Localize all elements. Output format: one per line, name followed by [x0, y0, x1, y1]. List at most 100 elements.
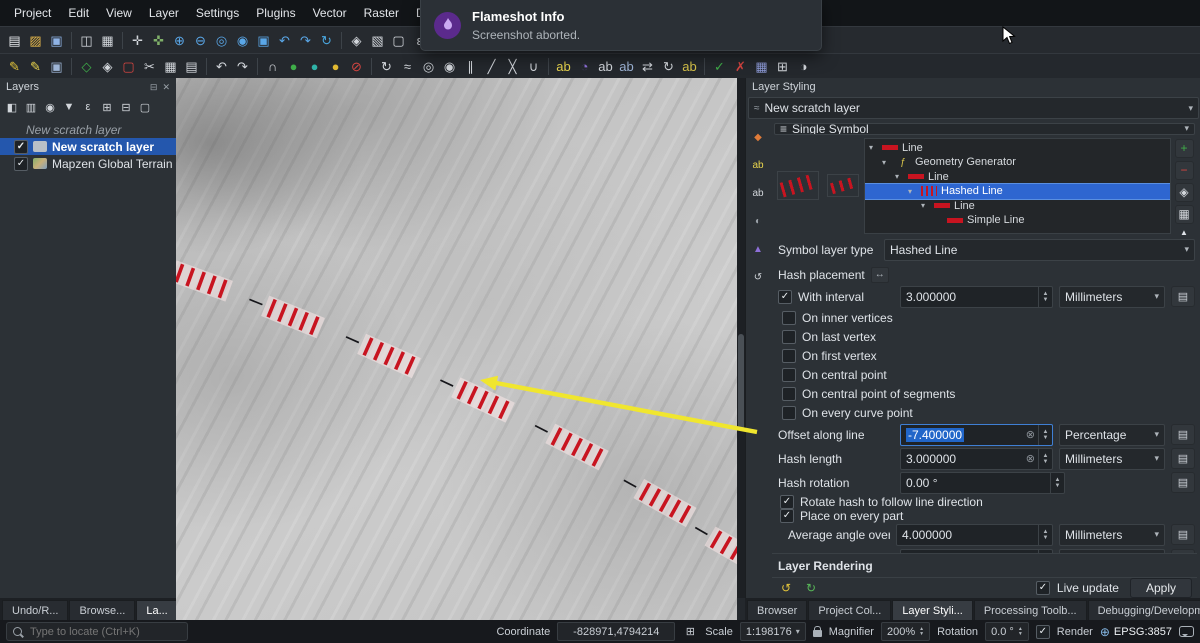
offset-unit-combo[interactable]: Percentage ▾: [1059, 423, 1165, 446]
rotate-hash-checkbox[interactable]: [780, 494, 794, 509]
deselect-features-icon[interactable]: ▢: [388, 30, 409, 51]
add-ring-icon[interactable]: ◎: [418, 56, 439, 77]
history-tab-icon[interactable]: ↺: [749, 268, 768, 287]
duplicate-symbol-layer-icon[interactable]: ▦: [1174, 204, 1194, 224]
dock-tab[interactable]: Debugging/Development To...: [1087, 600, 1200, 620]
place-every-part-checkbox[interactable]: [780, 508, 794, 523]
dock-tab[interactable]: La...: [136, 600, 178, 620]
symbol-mode-combo[interactable]: ≡ Single Symbol ▾: [774, 123, 1195, 135]
topological-editing-icon[interactable]: ●: [325, 56, 346, 77]
data-defined-override-button[interactable]: ▤: [1171, 286, 1195, 308]
locator-bar[interactable]: [6, 622, 188, 641]
offset-along-line-input[interactable]: -7.400000 ⊗ ▲ ▼: [900, 423, 1053, 446]
layer-diagram-icon[interactable]: ◔: [574, 56, 595, 77]
new-project-icon[interactable]: ▤: [4, 30, 25, 51]
zoom-next-icon[interactable]: ↷: [295, 30, 316, 51]
save-project-icon[interactable]: ▣: [46, 30, 67, 51]
menu-settings[interactable]: Settings: [188, 2, 247, 24]
spinner-arrows[interactable]: ▲ ▼: [1038, 286, 1052, 307]
rotate-label-icon[interactable]: ↻: [658, 56, 679, 77]
place-every-part-row[interactable]: Place on every part: [772, 508, 1197, 523]
zoom-to-layer-icon[interactable]: ▣: [253, 30, 274, 51]
coordinate-field[interactable]: -828971,4794214: [557, 622, 676, 641]
layout-manager-icon[interactable]: ▦: [97, 30, 118, 51]
tracing-icon[interactable]: ●: [283, 56, 304, 77]
move-symbol-up-icon[interactable]: ▲: [1177, 227, 1191, 238]
placement-option[interactable]: On last vertex: [772, 328, 1197, 347]
symbol-tree-item[interactable]: ▾ ƒ Geometry Generator: [865, 155, 1170, 170]
symbol-tree-item[interactable]: ▾ Line: [865, 199, 1170, 214]
extents-icon[interactable]: ⊞: [682, 624, 698, 640]
vertex-tool-icon[interactable]: ◈: [97, 56, 118, 77]
symbol-tree-item[interactable]: ▾ Line: [865, 170, 1170, 185]
hash-rotation-input[interactable]: 0.00 ° ▲ ▼: [900, 471, 1065, 494]
callouts-tab-icon[interactable]: ab: [749, 184, 768, 203]
masks-tab-icon[interactable]: ◐: [749, 212, 768, 231]
menu-edit[interactable]: Edit: [60, 2, 97, 24]
offset-curve-icon[interactable]: ∥: [460, 56, 481, 77]
undo-icon[interactable]: ↶: [211, 56, 232, 77]
layer-item[interactable]: ✓ Mapzen Global Terrain: [0, 155, 176, 172]
symbol-tree-item[interactable]: ▾ Hashed Line: [865, 183, 1170, 200]
filter-legend-icon[interactable]: ▼: [60, 98, 78, 116]
symbol-layer-type-combo[interactable]: Hashed Line ▾: [884, 238, 1195, 261]
dock-tab[interactable]: Undo/R...: [2, 600, 69, 620]
checkbox[interactable]: [782, 330, 796, 345]
dock-tab[interactable]: Layer Styli...: [892, 600, 973, 620]
pin-labels-icon[interactable]: ab: [595, 56, 616, 77]
highlight-labels-icon[interactable]: ab: [616, 56, 637, 77]
georeferencer-icon[interactable]: ⊞: [772, 56, 793, 77]
remove-layer-icon[interactable]: ▢: [136, 98, 154, 116]
dock-tab[interactable]: Browse...: [69, 600, 136, 620]
symbol-tree-item[interactable]: Simple Line: [865, 213, 1170, 228]
copy-features-icon[interactable]: ▦: [160, 56, 181, 77]
average-angle-input[interactable]: 4.000000 ▲ ▼: [896, 523, 1053, 546]
menu-plugins[interactable]: Plugins: [248, 2, 303, 24]
data-defined-override-button[interactable]: ▤: [1171, 424, 1195, 446]
delete-selected-icon[interactable]: ▢: [118, 56, 139, 77]
zoom-to-selection-icon[interactable]: ◉: [232, 30, 253, 51]
symbol-tree-item[interactable]: ▾ Line: [865, 141, 1170, 156]
menu-view[interactable]: View: [98, 2, 140, 24]
placement-option[interactable]: On central point of segments: [772, 385, 1197, 404]
map-canvas[interactable]: [176, 78, 737, 620]
average-angle-unit-combo[interactable]: Millimeters ▾: [1059, 523, 1165, 546]
float-panel-icon[interactable]: ⊟: [150, 82, 158, 93]
clear-icon[interactable]: ⊗: [1023, 428, 1038, 441]
temporal-controller-icon[interactable]: ◑: [793, 56, 814, 77]
checkbox[interactable]: [782, 368, 796, 383]
scale-combo[interactable]: 1:198176 ▾: [739, 622, 806, 641]
digitize-segment-icon[interactable]: ⊘: [346, 56, 367, 77]
open-layer-styling-icon[interactable]: ◧: [3, 98, 21, 116]
apply-button[interactable]: Apply: [1129, 578, 1192, 598]
avoid-intersections-icon[interactable]: ●: [304, 56, 325, 77]
layer-item[interactable]: New scratch layer: [0, 121, 176, 138]
symbol-preview[interactable]: [827, 174, 859, 198]
render-checkbox[interactable]: [1035, 624, 1050, 639]
new-print-layout-icon[interactable]: ◫: [76, 30, 97, 51]
change-label-icon[interactable]: ab: [679, 56, 700, 77]
checkbox[interactable]: [782, 349, 796, 364]
symbology-undo-icon[interactable]: ↺: [777, 579, 795, 597]
add-group-icon[interactable]: ▥: [22, 98, 40, 116]
dock-tab[interactable]: Project Col...: [808, 600, 892, 620]
styling-scrollbar[interactable]: [737, 78, 745, 598]
notification-toast[interactable]: Flameshot Info Screenshot aborted.: [420, 0, 822, 51]
refresh-map-icon[interactable]: ↻: [316, 30, 337, 51]
crs-button[interactable]: ⊕ EPSG:3857: [1100, 625, 1172, 639]
menu-project[interactable]: Project: [6, 2, 59, 24]
geometry-checker-icon[interactable]: ✓: [709, 56, 730, 77]
close-panel-icon[interactable]: ✕: [162, 82, 170, 93]
labels-tab-icon[interactable]: ab: [749, 156, 768, 175]
open-project-icon[interactable]: ▨: [25, 30, 46, 51]
placement-option[interactable]: On inner vertices: [772, 309, 1197, 328]
rotate-hash-row[interactable]: Rotate hash to follow line direction: [772, 494, 1197, 509]
zoom-full-icon[interactable]: ◎: [211, 30, 232, 51]
layer-labeling-icon[interactable]: ab: [553, 56, 574, 77]
hash-length-unit-combo[interactable]: Millimeters ▾: [1059, 447, 1165, 470]
clear-icon[interactable]: ⊗: [1023, 452, 1038, 465]
layer-selector-combo[interactable]: ≈ New scratch layer ▾: [748, 97, 1199, 119]
checkbox[interactable]: [782, 311, 796, 326]
split-features-icon[interactable]: ╳: [502, 56, 523, 77]
move-label-icon[interactable]: ⇄: [637, 56, 658, 77]
